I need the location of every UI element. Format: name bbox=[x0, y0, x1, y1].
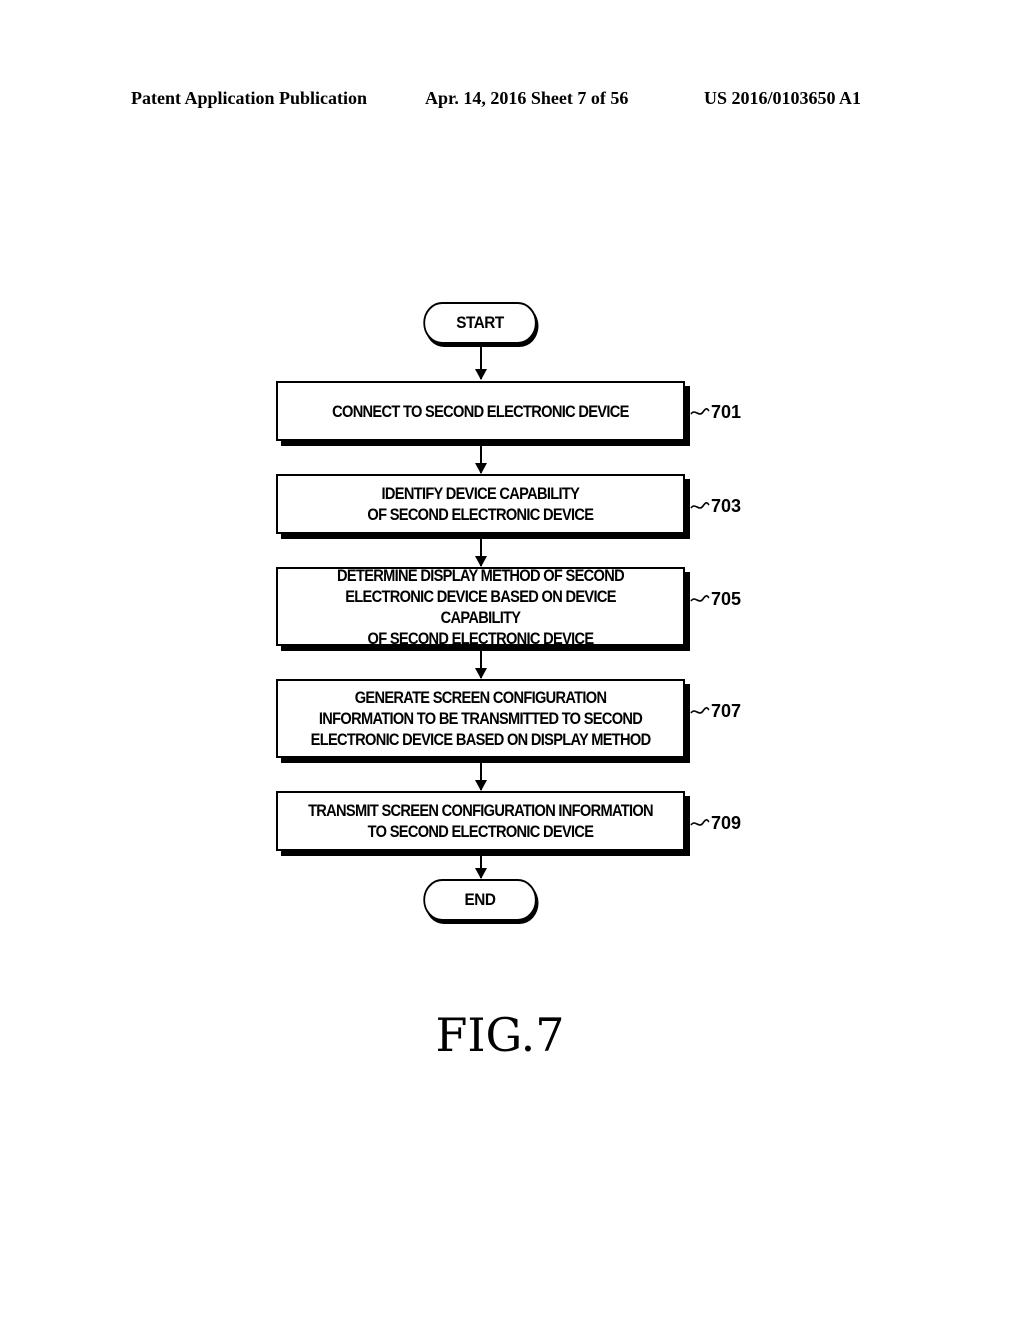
arrow-start-to-701 bbox=[475, 346, 487, 380]
step-text: CONNECT TO SECOND ELECTRONIC DEVICE bbox=[332, 401, 629, 421]
start-label: START bbox=[456, 313, 504, 332]
step-text: DETERMINE DISPLAY METHOD OF SECOND ELECT… bbox=[337, 565, 625, 648]
ref-number: 709 bbox=[711, 813, 742, 833]
publication-type: Patent Application Publication bbox=[131, 88, 368, 108]
figure-label: FIG.7 bbox=[435, 1008, 565, 1062]
arrow-709-to-end bbox=[475, 856, 487, 879]
ref-703: 703 bbox=[690, 496, 741, 517]
ref-number: 703 bbox=[711, 496, 742, 516]
leader-squiggle-icon bbox=[690, 501, 710, 509]
step-box-707: GENERATE SCREEN CONFIGURATION INFORMATIO… bbox=[276, 679, 685, 758]
end-label: END bbox=[464, 890, 496, 909]
start-terminal: START bbox=[423, 302, 537, 344]
arrow-705-to-707 bbox=[475, 651, 487, 679]
date-and-sheet: Apr. 14, 2016 Sheet 7 of 56 bbox=[425, 88, 629, 108]
arrow-701-to-703 bbox=[475, 446, 487, 474]
step-box-701: CONNECT TO SECOND ELECTRONIC DEVICE bbox=[276, 381, 685, 441]
step-text: GENERATE SCREEN CONFIGURATION INFORMATIO… bbox=[310, 688, 651, 749]
leader-squiggle-icon bbox=[690, 706, 710, 714]
ref-707: 707 bbox=[690, 701, 741, 722]
ref-705: 705 bbox=[690, 589, 741, 610]
step-box-705: DETERMINE DISPLAY METHOD OF SECOND ELECT… bbox=[276, 565, 685, 648]
step-box-703: IDENTIFY DEVICE CAPABILITY OF SECOND ELE… bbox=[276, 474, 685, 534]
ref-709: 709 bbox=[690, 813, 741, 834]
leader-squiggle-icon bbox=[690, 594, 710, 602]
patent-header: Patent Application Publication Apr. 14, … bbox=[0, 88, 1024, 114]
publication-number: US 2016/0103650 A1 bbox=[704, 88, 862, 108]
step-text: TRANSMIT SCREEN CONFIGURATION INFORMATIO… bbox=[308, 801, 654, 841]
ref-number: 705 bbox=[711, 589, 742, 609]
arrow-707-to-709 bbox=[475, 763, 487, 791]
ref-number: 701 bbox=[711, 402, 742, 422]
end-terminal: END bbox=[423, 879, 537, 921]
ref-number: 707 bbox=[711, 701, 742, 721]
step-box-709: TRANSMIT SCREEN CONFIGURATION INFORMATIO… bbox=[276, 791, 685, 851]
ref-701: 701 bbox=[690, 402, 741, 423]
leader-squiggle-icon bbox=[690, 407, 710, 415]
arrow-703-to-705 bbox=[475, 539, 487, 567]
step-text: IDENTIFY DEVICE CAPABILITY OF SECOND ELE… bbox=[367, 484, 595, 524]
leader-squiggle-icon bbox=[690, 818, 710, 826]
